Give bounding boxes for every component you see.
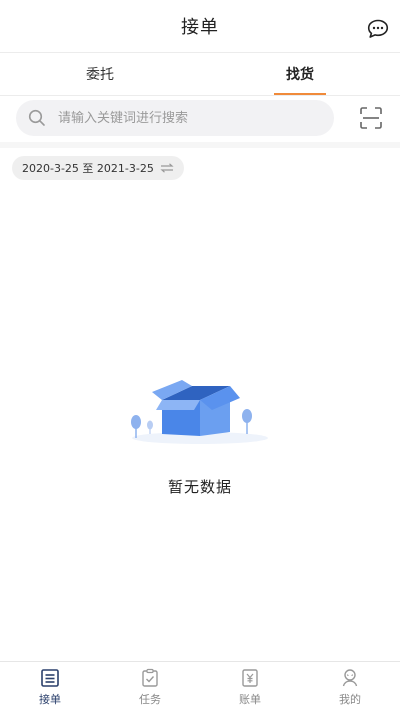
nav-label: 账单 [239,692,261,706]
clipboard-check-icon [142,668,158,687]
search-icon [28,109,45,126]
date-range-filter[interactable]: 2020-3-25 至 2021-3-25 [12,156,184,180]
tab-label: 找货 [286,67,314,83]
page-title: 接单 [181,17,219,38]
search-input[interactable] [56,109,310,127]
nav-item-orders[interactable]: 接单 [0,662,100,711]
section-divider [0,142,400,148]
scan-icon[interactable] [360,107,382,129]
tab-entrust[interactable]: 委托 [0,53,200,95]
tab-bar: 委托 找货 [0,53,400,96]
message-button[interactable] [366,18,390,40]
date-range-label: 2020-3-25 至 2021-3-25 [22,162,154,175]
empty-state: 暂无数据 [0,376,400,497]
search-box[interactable] [16,100,334,136]
bottom-nav: 接单 任务 账单 我的 [0,661,400,711]
user-icon [342,668,358,686]
nav-item-tasks[interactable]: 任务 [100,662,200,711]
nav-label: 接单 [39,692,61,706]
header-bar: 接单 [0,0,400,53]
yuan-bill-icon [242,668,258,687]
tab-label: 委托 [86,67,114,83]
search-row [0,96,400,140]
open-box-icon [131,380,268,444]
swap-arrows-icon [160,163,174,173]
nav-label: 任务 [139,692,161,706]
list-icon [41,668,59,687]
nav-item-profile[interactable]: 我的 [300,662,400,711]
nav-label: 我的 [339,692,361,706]
empty-state-text: 暂无数据 [167,478,232,496]
nav-item-bills[interactable]: 账单 [200,662,300,711]
chat-bubble-icon [367,19,389,38]
active-tab-indicator [274,93,326,95]
tab-find-goods[interactable]: 找货 [200,53,400,95]
app-screen: 接单 委托 找货 请输入关键词进行搜索 2020-3-25 至 2021-3-2… [0,0,400,711]
